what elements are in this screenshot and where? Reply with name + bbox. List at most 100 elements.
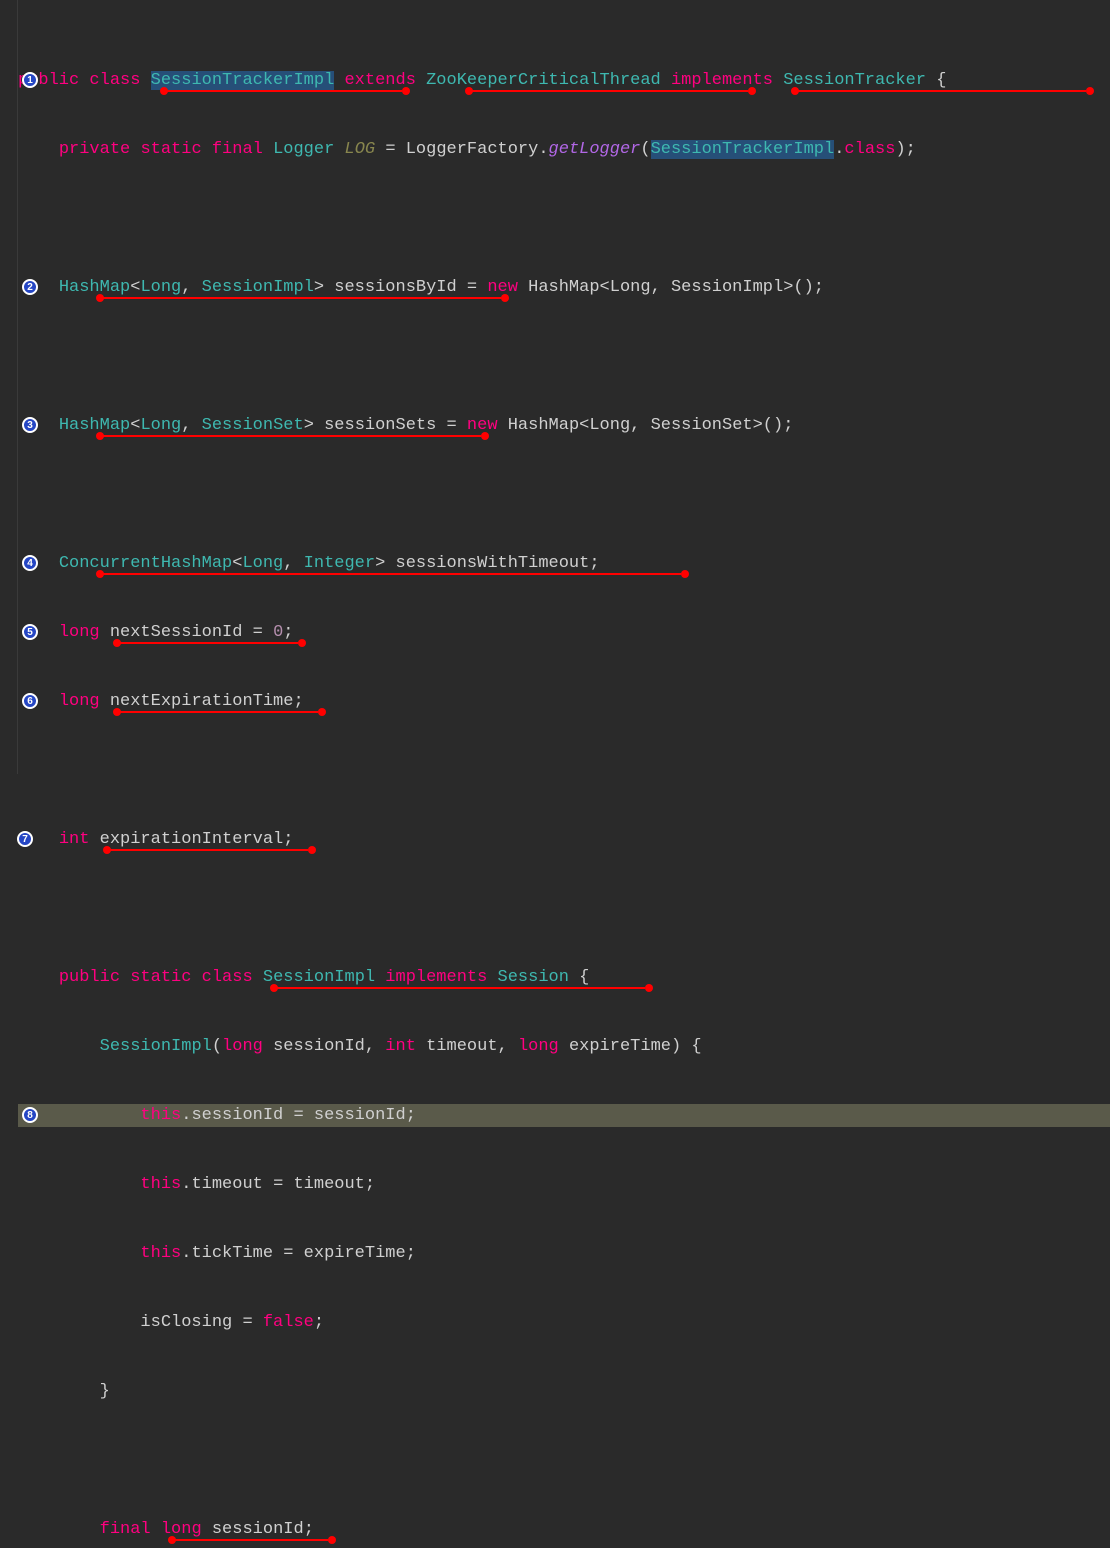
anchor-dot [298,639,306,647]
underline-annotation [118,711,318,713]
op: = [293,1106,303,1125]
type-name: Long [242,554,283,573]
annotation-circle: 8 [22,1107,38,1123]
punct: < [579,416,589,435]
code-line[interactable]: 6 long nextExpirationTime; [18,690,1110,713]
punct: ; [283,623,293,642]
code-line[interactable]: 3 HashMap<Long, SessionSet> sessionSets … [18,414,1110,437]
op: = [283,1244,293,1263]
annotation-circle: 1 [22,72,38,88]
anchor-dot [96,294,104,302]
code-line-current[interactable]: 8 this.sessionId = sessionId; [18,1104,1110,1127]
type-name: Long [610,278,651,297]
anchor-dot [113,639,121,647]
keyword: class [844,140,895,159]
code-line[interactable]: } [18,1380,1110,1403]
code-line[interactable]: final long sessionId; [18,1518,1110,1541]
punct: , [630,416,640,435]
anchor-dot [748,87,756,95]
punct: ; [314,1313,324,1332]
code-line[interactable]: this.tickTime = expireTime; [18,1242,1110,1265]
anchor-dot [113,708,121,716]
method-call: getLogger [549,140,641,159]
dot: . [834,140,844,159]
punct: ; [589,554,599,573]
type-name: HashMap [508,416,579,435]
underline-annotation [101,297,501,299]
punct: ; [283,830,293,849]
dot: . [538,140,548,159]
punct: ; [304,1520,314,1539]
code-line[interactable]: 5 long nextSessionId = 0; [18,621,1110,644]
op: = [385,140,395,159]
code-editor[interactable]: 1public class SessionTrackerImpl extends… [18,0,1110,774]
anchor-dot [168,1536,176,1544]
punct: < [600,278,610,297]
code-line[interactable]: private static final Logger LOG = Logger… [18,138,1110,161]
underline-annotation [108,849,308,851]
keyword: static [140,140,201,159]
code-line[interactable]: SessionImpl(long sessionId, int timeout,… [18,1035,1110,1058]
anchor-dot [96,570,104,578]
identifier: nextExpirationTime [110,692,294,711]
code-line[interactable] [18,207,1110,230]
type-name: HashMap [59,416,130,435]
identifier: sessionSets [324,416,436,435]
anchor-dot [318,708,326,716]
punct: ; [365,1175,375,1194]
field: sessionId [191,1106,283,1125]
anchor-dot [465,87,473,95]
brace: { [579,968,589,987]
code-line[interactable] [18,897,1110,920]
op: = [242,1313,252,1332]
punct: >(); [753,416,794,435]
keyword: implements [385,968,487,987]
identifier: LoggerFactory [406,140,539,159]
punct: , [181,278,191,297]
keyword: int [385,1037,416,1056]
code-line[interactable]: isClosing = false; [18,1311,1110,1334]
anchor-dot [501,294,509,302]
paren: ); [895,140,915,159]
type-name: Long [140,278,181,297]
code-line[interactable] [18,483,1110,506]
keyword: static [130,968,191,987]
code-line[interactable]: this.timeout = timeout; [18,1173,1110,1196]
anchor-dot [481,432,489,440]
type-name: Long [140,416,181,435]
code-line[interactable]: 2 HashMap<Long, SessionImpl> sessionsByI… [18,276,1110,299]
code-line[interactable]: 7 int expirationInterval; [18,828,1110,851]
annotation-circle: 3 [22,417,38,433]
keyword: long [222,1037,263,1056]
type-name: SessionImpl [202,278,314,297]
param: expireTime [569,1037,671,1056]
number: 0 [273,623,283,642]
keyword: long [59,623,100,642]
anchor-dot [681,570,689,578]
code-line[interactable] [18,1449,1110,1472]
punct: , [498,1037,508,1056]
this-keyword: this [140,1106,181,1125]
param: timeout [426,1037,497,1056]
punct: >(); [783,278,824,297]
keyword: final [212,140,263,159]
underline-annotation [101,435,481,437]
class-name: SessionTrackerImpl [151,71,335,90]
anchor-dot [270,984,278,992]
type-name: Long [589,416,630,435]
constructor: SessionImpl [100,1037,212,1056]
code-line[interactable]: 4 ConcurrentHashMap<Long, Integer> sessi… [18,552,1110,575]
type-name: SessionTrackerImpl [651,140,835,159]
punct: ) { [671,1037,702,1056]
code-line[interactable]: public static class SessionImpl implemen… [18,966,1110,989]
this-keyword: this [140,1244,181,1263]
punct: < [130,416,140,435]
code-line[interactable] [18,345,1110,368]
code-line[interactable] [18,759,1110,782]
op: = [447,416,457,435]
code-line[interactable]: 1public class SessionTrackerImpl extends… [18,69,1110,92]
gutter [0,0,18,774]
type-name: Logger [273,140,334,159]
type-name: SessionSet [202,416,304,435]
field: timeout [191,1175,262,1194]
